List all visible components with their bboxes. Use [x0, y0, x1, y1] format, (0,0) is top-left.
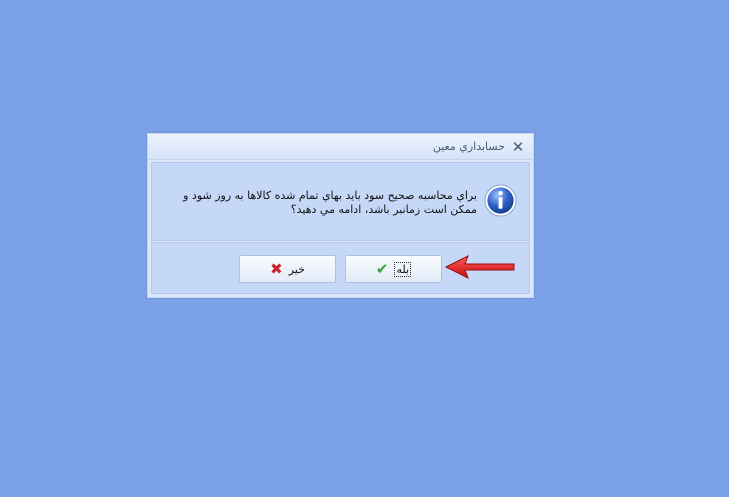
cross-icon: ✖: [270, 259, 283, 278]
close-icon[interactable]: ✕: [511, 139, 525, 154]
message-line-2: ممكن است زمانبر باشد، ادامه مي دهيد؟: [290, 203, 477, 216]
yes-button-label: بله: [394, 261, 412, 277]
message-line-1: براي محاسبه صحيح سود بايد بهاي تمام شده …: [183, 189, 477, 202]
dialog-content: براي محاسبه صحيح سود بايد بهاي تمام شده …: [151, 162, 530, 241]
dialog-titlebar: ✕ حسابداري معين: [148, 134, 533, 160]
info-icon: [484, 184, 517, 217]
desktop-background: { "dialog": { "title": "حسابداري معين", …: [0, 0, 729, 497]
dialog-title: حسابداري معين: [432, 140, 505, 153]
dialog-message: براي محاسبه صحيح سود بايد بهاي تمام شده …: [177, 189, 477, 217]
no-button[interactable]: خير ✖: [239, 255, 336, 283]
no-button-label: خير: [288, 262, 305, 276]
red-arrow-annotation-icon: [444, 254, 515, 280]
yes-button[interactable]: بله ✔: [345, 255, 442, 283]
check-icon: ✔: [375, 259, 389, 278]
